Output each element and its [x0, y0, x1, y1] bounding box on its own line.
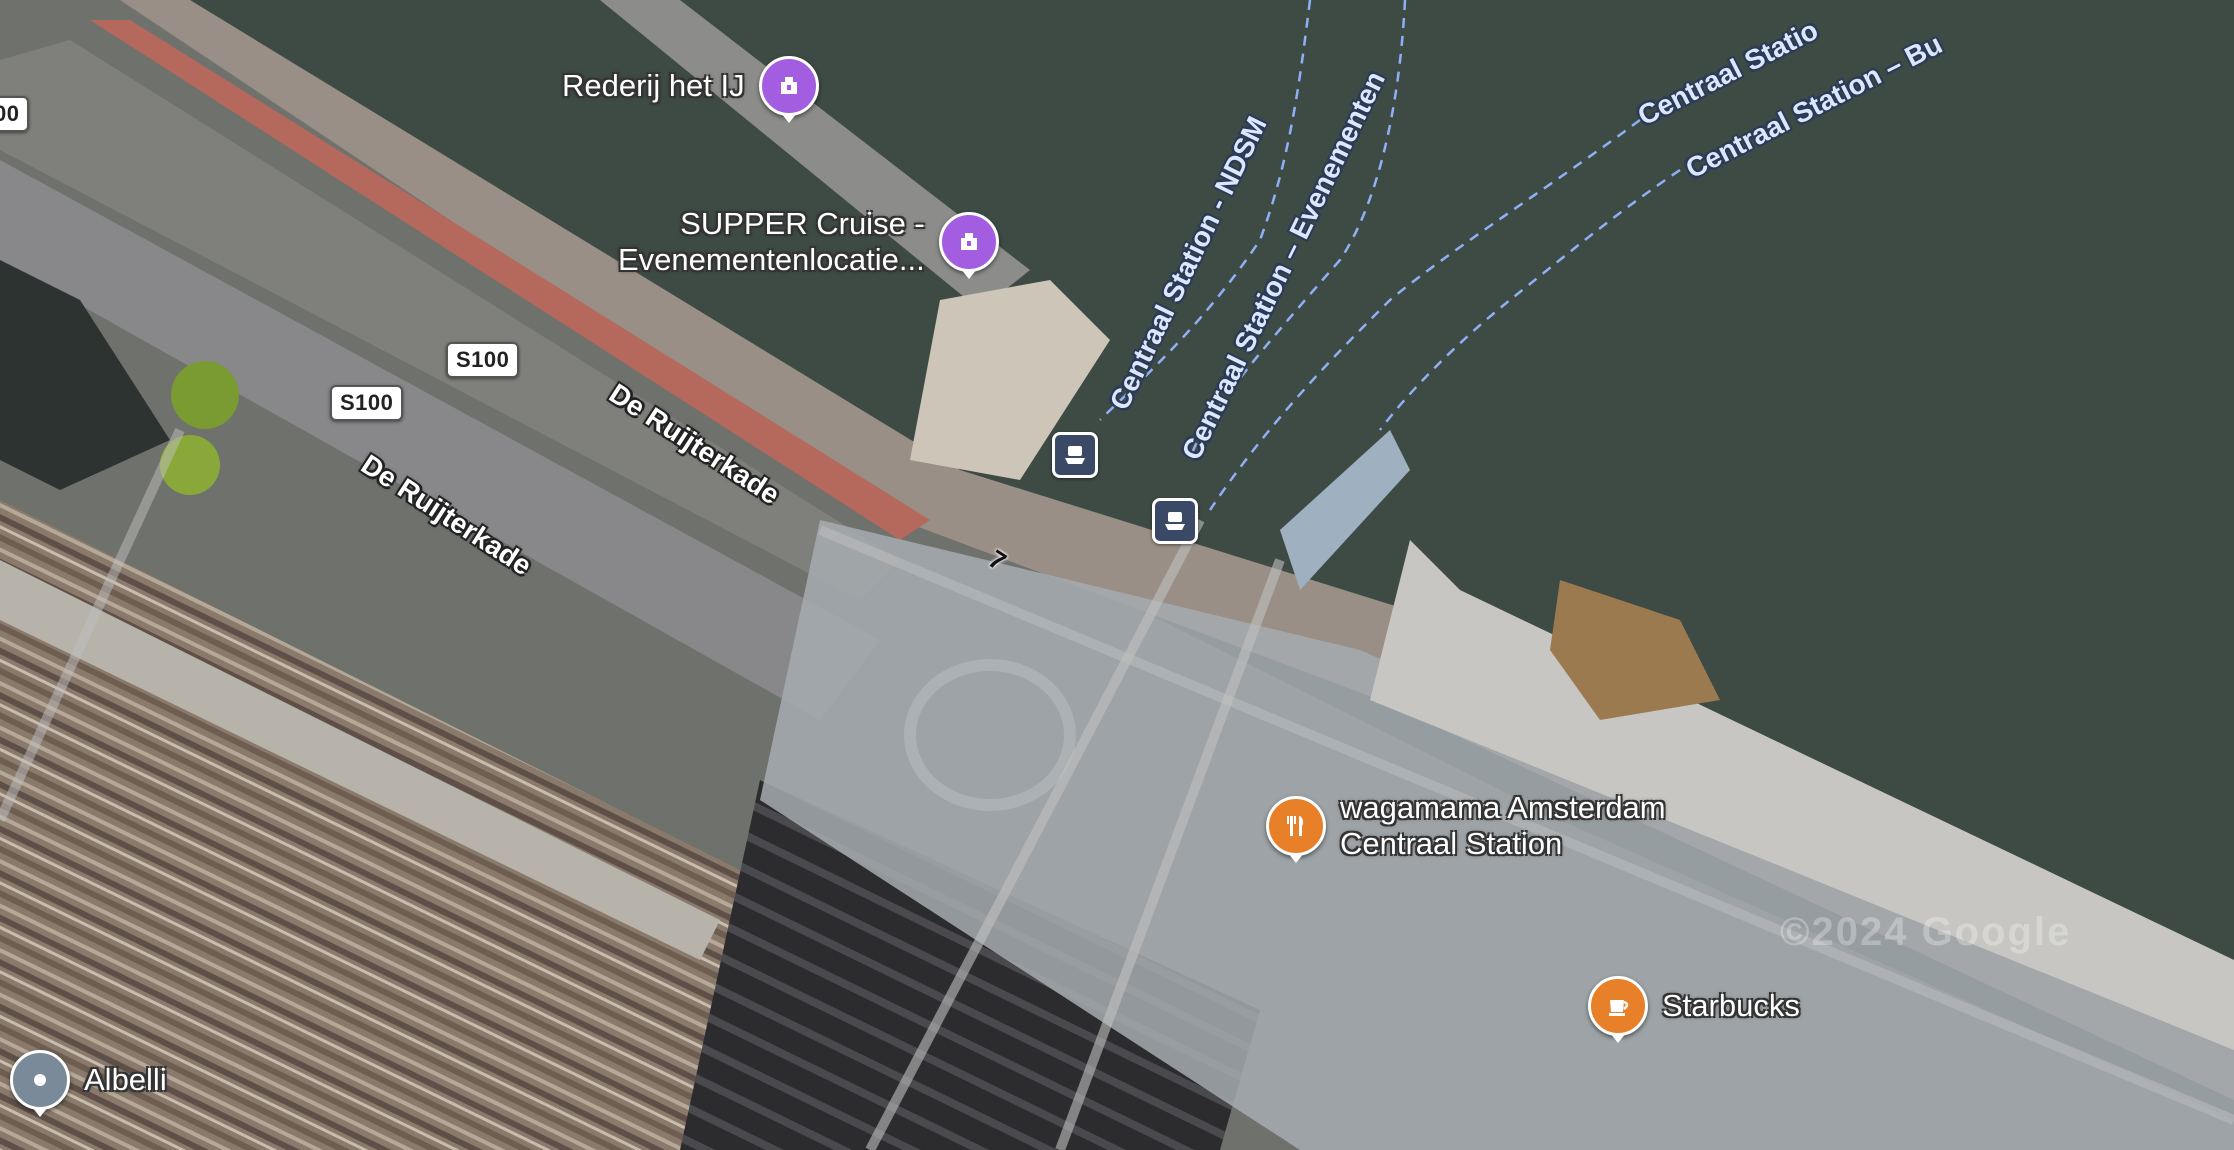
poi-albelli[interactable]: Albelli [10, 1050, 167, 1117]
satellite-imagery[interactable] [0, 0, 2234, 1150]
poi-label: Starbucks [1662, 988, 1800, 1023]
poi-starbucks[interactable]: Starbucks [1588, 976, 1800, 1043]
ferry-stop-icon[interactable] [1052, 432, 1098, 478]
poi-rederij-het-ij[interactable]: Rederij het IJ [562, 56, 819, 123]
route-shield-s100: S100 [330, 385, 404, 421]
poi-label: Rederij het IJ [562, 68, 745, 103]
poi-label-line: SUPPER Cruise - [680, 206, 925, 241]
ferry-stop-icon[interactable] [1152, 498, 1198, 544]
poi-label-line: Centraal Station [1340, 826, 1563, 861]
ticket-icon [938, 212, 999, 279]
route-shield-edge: 00 [0, 96, 30, 132]
map-watermark: ©2024 Google [1780, 910, 2072, 954]
poi-label-line: Evenementenlocatie... [618, 242, 925, 277]
poi-label: wagamama Amsterdam Centraal Station [1340, 790, 1666, 862]
fork-knife-icon [1266, 796, 1326, 863]
pin-icon [10, 1050, 70, 1117]
ticket-icon [758, 56, 819, 123]
poi-label: SUPPER Cruise - Evenementenlocatie... [618, 206, 925, 278]
coffee-cup-icon [1588, 976, 1648, 1043]
poi-label: Albelli [84, 1062, 167, 1097]
poi-supper-cruise[interactable]: SUPPER Cruise - Evenementenlocatie... [618, 206, 999, 279]
poi-label-line: wagamama Amsterdam [1340, 790, 1666, 825]
tree [171, 361, 239, 429]
poi-wagamama[interactable]: wagamama Amsterdam Centraal Station [1266, 790, 1666, 863]
route-shield-s100: S100 [446, 342, 520, 378]
